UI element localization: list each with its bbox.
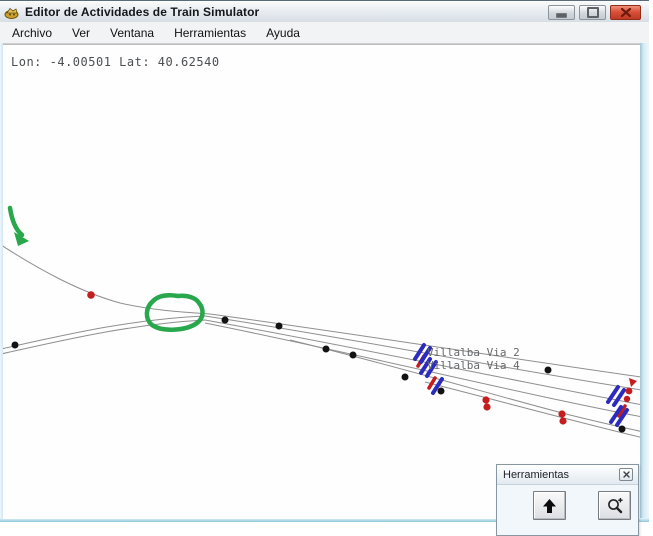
station-label-via2: Villalba Via 2	[427, 346, 520, 359]
toolbox-title-bar[interactable]: Herramientas	[497, 465, 638, 485]
route-map-canvas[interactable]: Lon: -4.00501 Lat: 40.62540	[3, 44, 640, 519]
place-marker-button[interactable]	[533, 491, 566, 520]
menu-archivo[interactable]: Archivo	[3, 24, 61, 42]
minimize-button[interactable]	[548, 5, 575, 20]
track-lines	[3, 245, 640, 439]
close-icon	[623, 471, 630, 478]
menu-ver[interactable]: Ver	[63, 24, 99, 42]
app-icon	[4, 6, 19, 19]
toolbox-body	[497, 485, 638, 535]
window-frame-right	[640, 43, 649, 522]
maximize-button[interactable]	[579, 5, 606, 20]
route-map[interactable]: Villalba Via 2 Villalba Via 4	[3, 45, 640, 519]
app-window: Editor de Actividades de Train Simulator…	[0, 0, 649, 522]
minimize-icon	[556, 13, 567, 18]
toolbox-close-button[interactable]	[619, 468, 633, 481]
up-arrow-icon	[541, 498, 558, 514]
zoom-in-icon	[606, 497, 624, 515]
zoom-in-button[interactable]	[598, 491, 631, 520]
menu-herramientas[interactable]: Herramientas	[165, 24, 255, 42]
station-label-via4: Villalba Via 4	[427, 359, 520, 372]
close-button[interactable]	[610, 5, 641, 20]
menu-ayuda[interactable]: Ayuda	[257, 24, 309, 42]
close-icon	[621, 8, 631, 17]
title-bar[interactable]: Editor de Actividades de Train Simulator	[0, 2, 649, 23]
maximize-icon	[587, 7, 599, 18]
window-title: Editor de Actividades de Train Simulator	[25, 5, 259, 19]
menu-bar: Archivo Ver Ventana Herramientas Ayuda	[0, 22, 649, 44]
green-arrow	[10, 208, 22, 235]
waypoint-dots	[12, 317, 626, 433]
herramientas-toolbox: Herramientas	[496, 464, 639, 536]
menu-ventana[interactable]: Ventana	[101, 24, 163, 42]
toolbox-title: Herramientas	[497, 469, 569, 481]
